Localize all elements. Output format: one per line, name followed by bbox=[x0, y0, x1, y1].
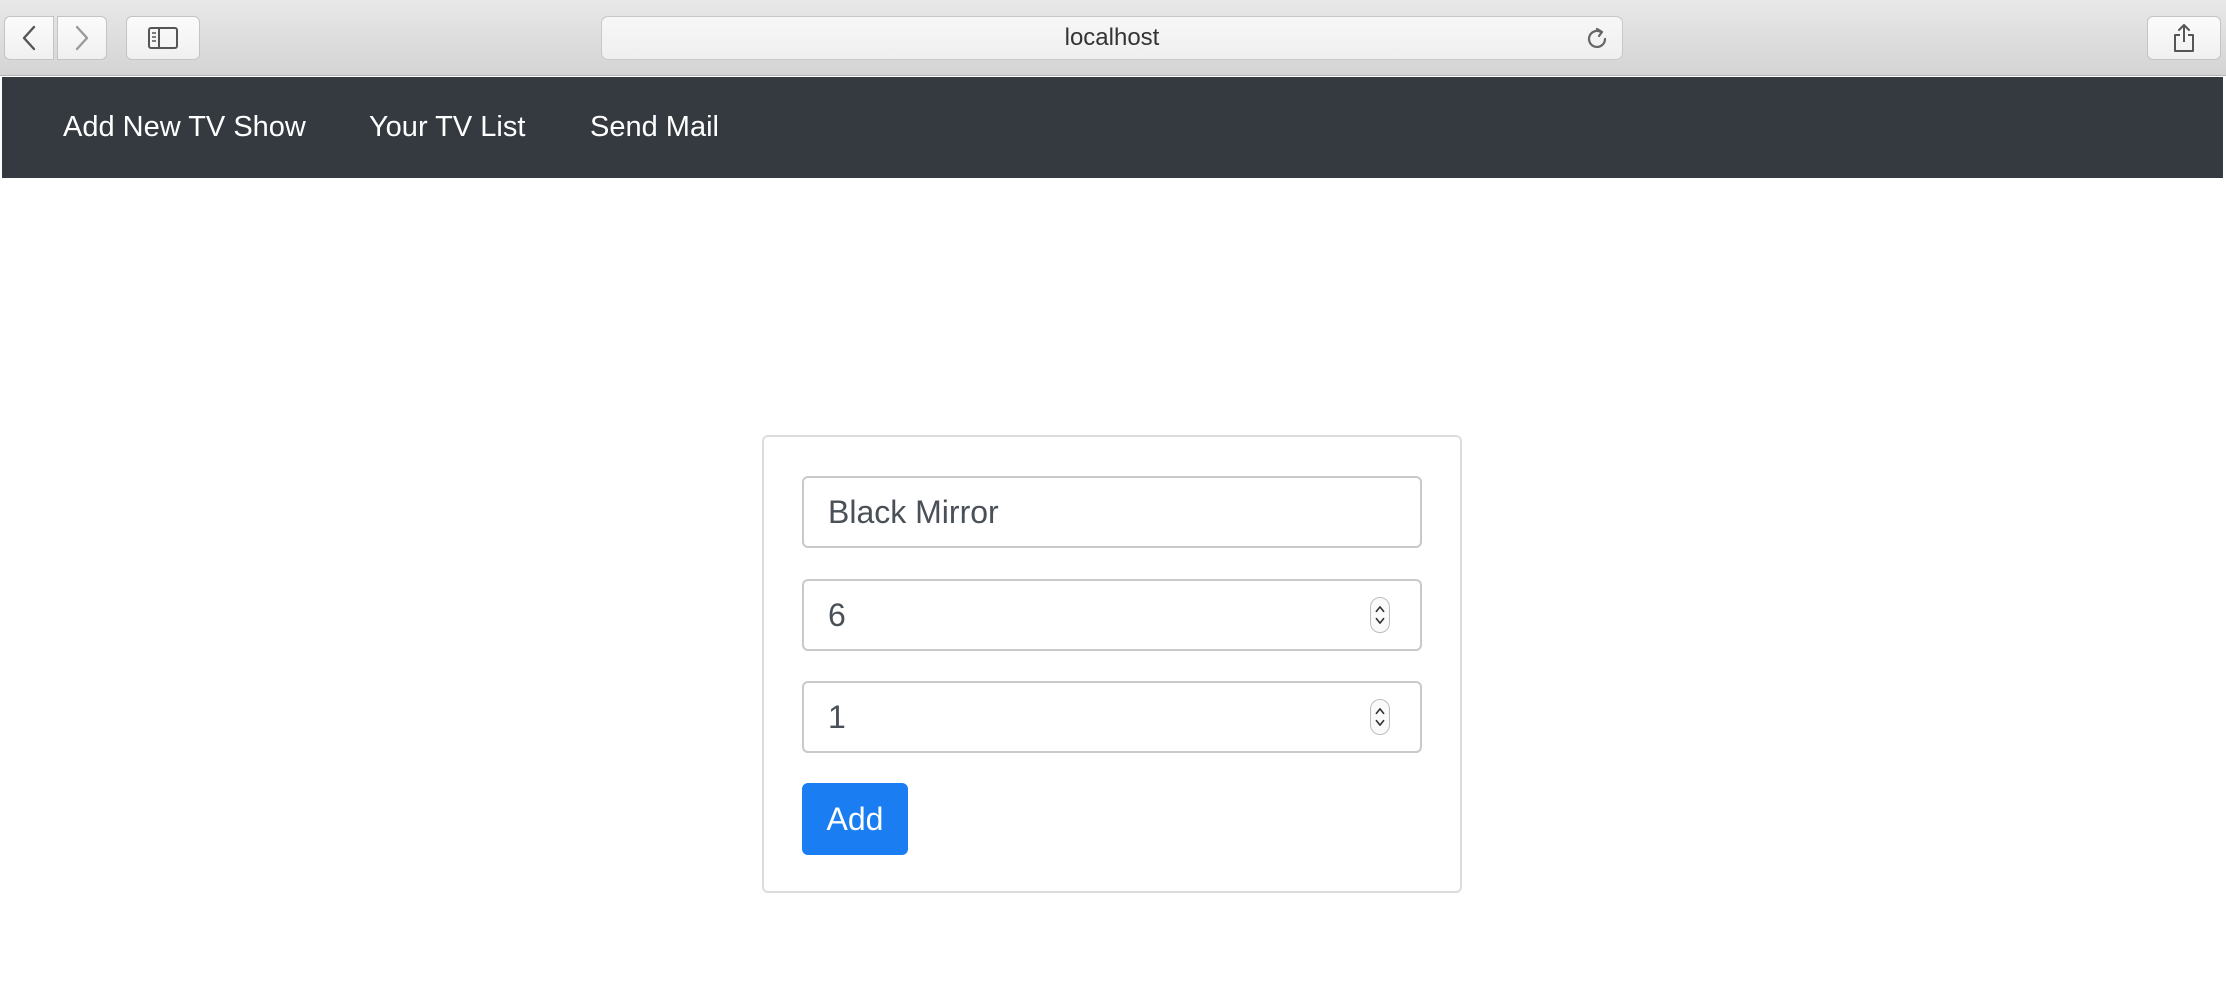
address-bar[interactable]: localhost bbox=[601, 16, 1623, 60]
browser-toolbar: localhost bbox=[0, 0, 2226, 76]
nav-your-tv-list[interactable]: Your TV List bbox=[369, 77, 525, 178]
sidebar-toggle-button[interactable] bbox=[126, 16, 200, 60]
sidebar-icon bbox=[148, 27, 178, 49]
seasons-value: 6 bbox=[828, 596, 846, 633]
nav-add-new-tv-show[interactable]: Add New TV Show bbox=[63, 77, 306, 178]
episode-number-input[interactable]: 1 bbox=[802, 681, 1422, 753]
back-button[interactable] bbox=[4, 16, 54, 60]
share-icon bbox=[2174, 24, 2194, 52]
seasons-number-input[interactable]: 6 bbox=[802, 579, 1422, 651]
forward-button[interactable] bbox=[57, 16, 107, 60]
url-text: localhost bbox=[1064, 24, 1160, 51]
stepper-icon[interactable] bbox=[1370, 597, 1390, 633]
chevron-left-icon bbox=[22, 25, 36, 51]
add-show-form: Black Mirror 6 1 Add bbox=[762, 435, 1462, 893]
navbar: Add New TV Show Your TV List Send Mail bbox=[2, 77, 2223, 178]
chevron-right-icon bbox=[75, 25, 89, 51]
share-button[interactable] bbox=[2147, 16, 2221, 60]
show-title-value: Black Mirror bbox=[828, 493, 999, 530]
add-button[interactable]: Add bbox=[802, 783, 908, 855]
reload-icon[interactable] bbox=[1584, 26, 1610, 52]
nav-send-mail[interactable]: Send Mail bbox=[590, 77, 719, 178]
show-title-input[interactable]: Black Mirror bbox=[802, 476, 1422, 548]
stepper-icon[interactable] bbox=[1370, 699, 1390, 735]
episode-value: 1 bbox=[828, 698, 846, 735]
